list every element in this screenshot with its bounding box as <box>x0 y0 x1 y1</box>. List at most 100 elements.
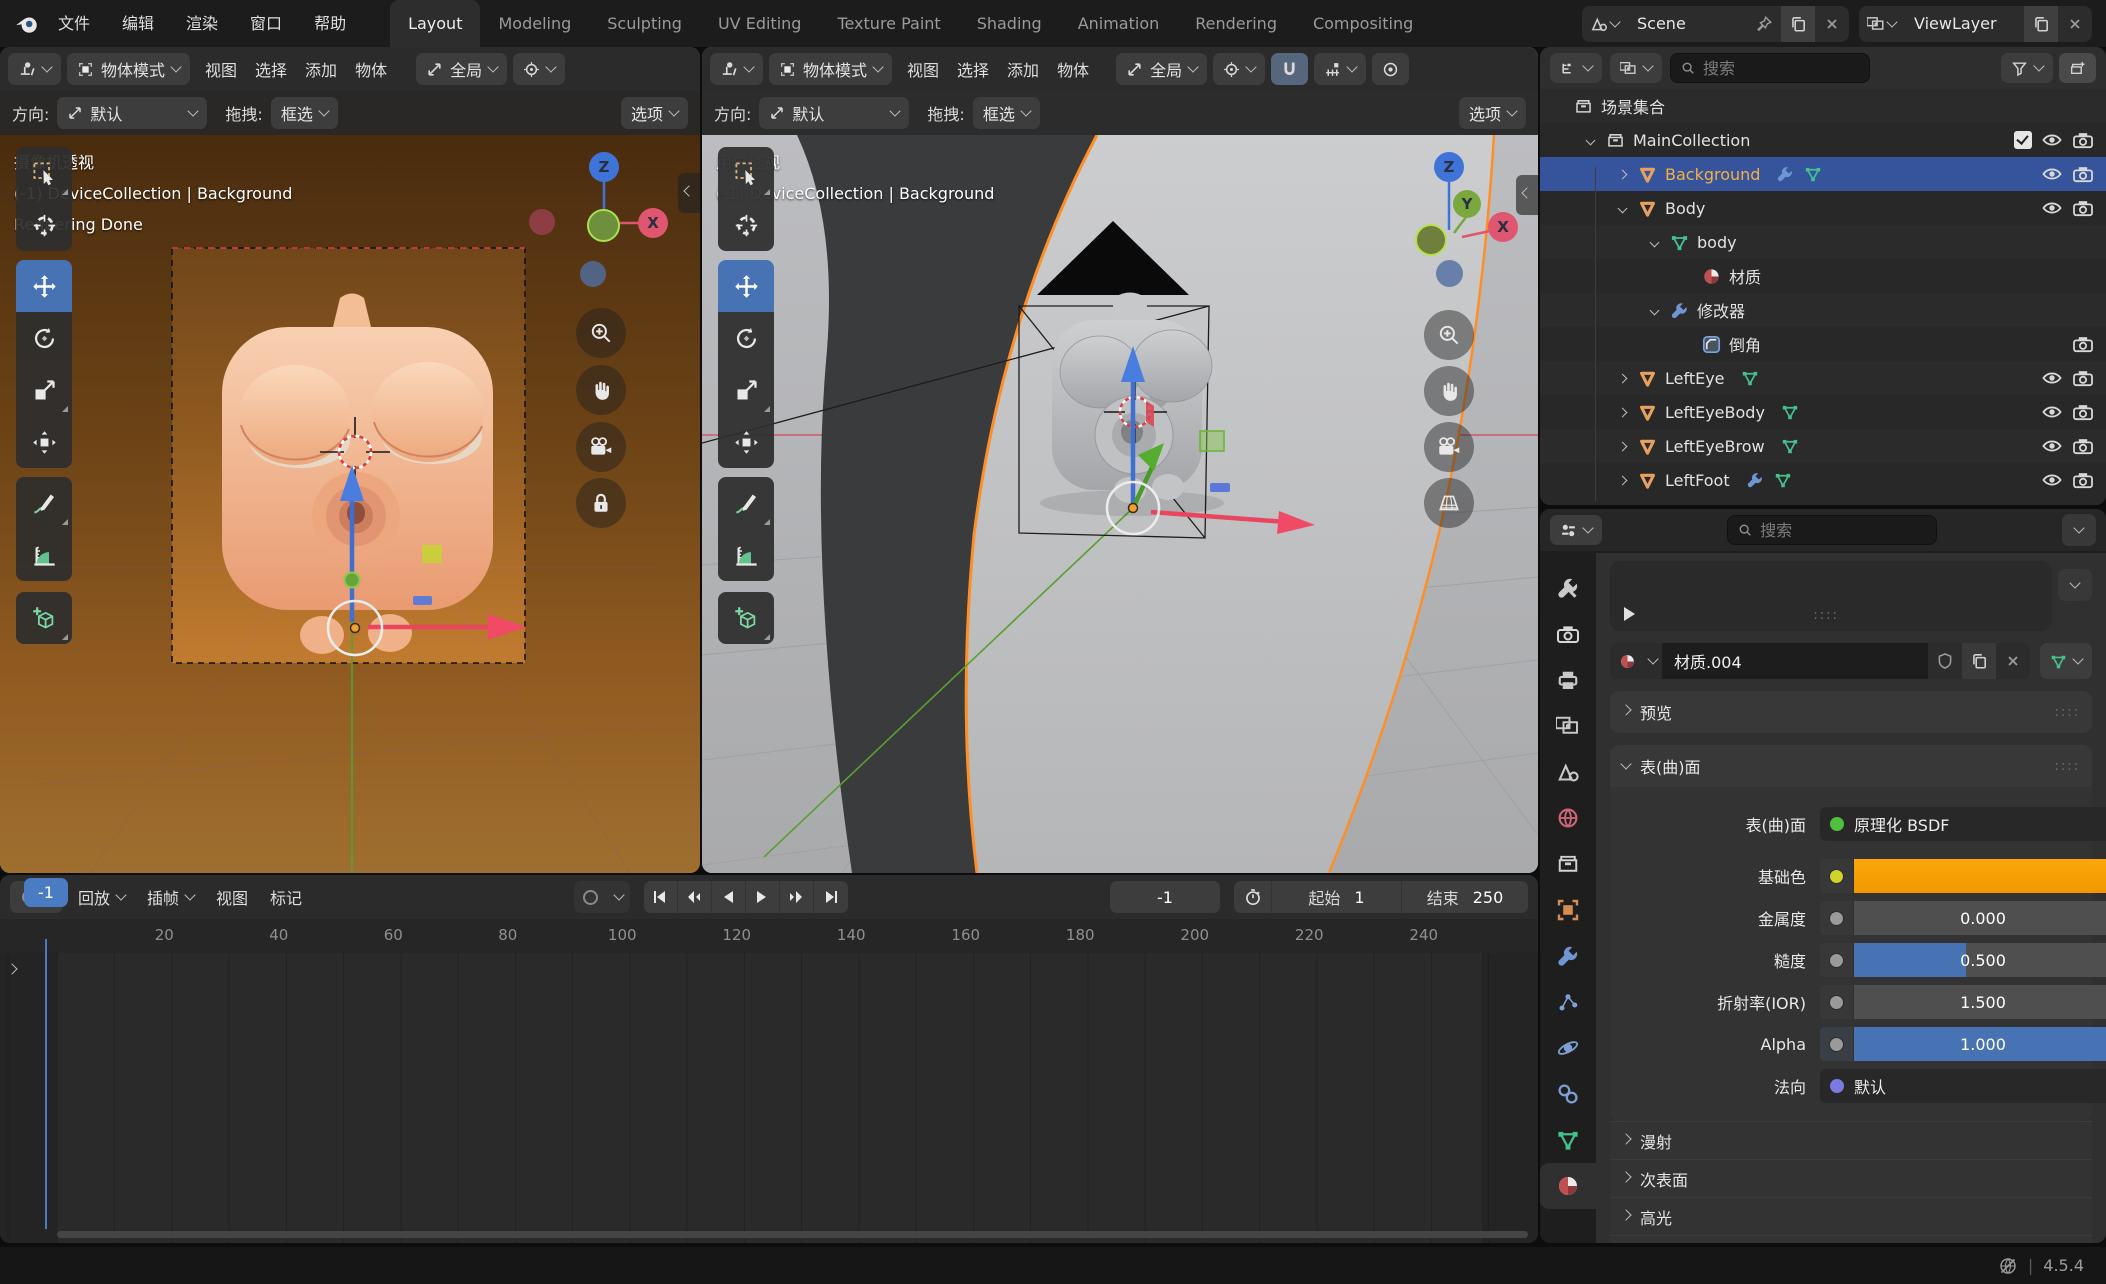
outliner-row[interactable]: LeftEyeBody <box>1540 395 2106 429</box>
pan-button[interactable] <box>1424 366 1474 416</box>
properties-tab[interactable] <box>1540 933 1596 979</box>
eye-icon[interactable] <box>2041 403 2063 421</box>
toolbar-tool-button[interactable] <box>16 477 72 529</box>
expand-chevron[interactable] <box>1612 375 1632 382</box>
app-menu-item[interactable]: 帮助 <box>298 0 362 47</box>
collapsed-panel-header[interactable]: 高光 <box>1610 1197 2092 1235</box>
workspace-tab[interactable]: UV Editing <box>700 0 819 47</box>
eye-icon[interactable] <box>2041 437 2063 455</box>
sidebar-toggle[interactable] <box>678 173 700 213</box>
outliner-row[interactable]: LeftEyeBrow <box>1540 429 2106 463</box>
zoom-button[interactable] <box>576 308 626 358</box>
play-button[interactable] <box>746 881 780 913</box>
timeline-menu-item[interactable]: 标记 <box>261 885 311 909</box>
remove-viewlayer-button[interactable] <box>2058 6 2092 42</box>
expand-chevron[interactable] <box>1580 137 1600 144</box>
orthographic-toggle-button[interactable] <box>1424 478 1474 528</box>
mode-dropdown[interactable]: 物体模式 <box>769 53 892 85</box>
camera-lock-button[interactable] <box>576 478 626 528</box>
expand-arrow-icon[interactable] <box>1624 607 1635 621</box>
outliner-row[interactable]: MainCollection <box>1540 123 2106 157</box>
axis-neg-y-ball[interactable] <box>1415 224 1447 256</box>
material-name-field[interactable]: 材质.004 <box>1662 643 1928 679</box>
outliner-row[interactable]: 场景集合 <box>1540 89 2106 123</box>
camera-visibility-icon[interactable] <box>2072 403 2094 421</box>
toolbar-tool-button[interactable] <box>16 364 72 416</box>
collapsed-panel-header[interactable]: 透射 <box>1610 1235 2092 1243</box>
viewport-3d-area[interactable]: 摄像机透视 (-1) DeviceCollection | Background… <box>0 135 700 873</box>
options-dropdown[interactable]: 选项 <box>621 97 688 129</box>
camera-visibility-icon[interactable] <box>2072 471 2094 489</box>
timeline-menu-item[interactable]: 插帧 <box>138 885 203 909</box>
current-frame-field[interactable]: -1 <box>1110 881 1220 913</box>
alpha-slider[interactable]: 1.000 <box>1820 1027 2106 1061</box>
proportional-edit-button[interactable] <box>1372 53 1409 85</box>
toolbar-tool-button[interactable] <box>16 260 72 312</box>
snap-toggle[interactable] <box>1271 53 1308 85</box>
surface-shader-button[interactable]: 原理化 BSDF <box>1820 807 2106 841</box>
app-menu-item[interactable]: 文件 <box>42 0 106 47</box>
axis-x-ball[interactable]: X <box>1488 212 1518 242</box>
viewport-menu-item[interactable]: 添加 <box>296 57 346 81</box>
drag-dots[interactable]: :::: <box>2054 705 2080 720</box>
viewport-menu-item[interactable]: 选择 <box>246 57 296 81</box>
new-viewlayer-button[interactable] <box>2024 6 2058 42</box>
workspace-tab[interactable]: Sculpting <box>589 0 700 47</box>
viewport-menu-item[interactable]: 视图 <box>898 57 948 81</box>
scene-name[interactable]: Scene <box>1627 14 1747 33</box>
properties-tab[interactable] <box>1540 795 1596 841</box>
sidebar-toggle[interactable] <box>1516 175 1538 215</box>
unlink-scene-button[interactable] <box>1815 6 1849 42</box>
properties-options-button[interactable] <box>2062 514 2096 546</box>
workspace-tab[interactable]: Rendering <box>1177 0 1295 47</box>
unlink-material-button[interactable] <box>1996 643 2030 679</box>
properties-tab[interactable] <box>1540 979 1596 1025</box>
collection-checkbox[interactable] <box>2014 131 2032 149</box>
toolbar-tool-button[interactable] <box>16 147 72 199</box>
mode-dropdown[interactable]: 物体模式 <box>67 53 190 85</box>
copy-material-button[interactable] <box>1962 643 1996 679</box>
next-keyframe-button[interactable] <box>780 881 814 913</box>
viewport-menu-item[interactable]: 视图 <box>196 57 246 81</box>
outliner-row[interactable]: Body <box>1540 191 2106 225</box>
expand-chevron[interactable] <box>1644 239 1664 246</box>
eye-icon[interactable] <box>2041 471 2063 489</box>
direction-dropdown[interactable]: 默认 <box>57 97 207 129</box>
toolbar-tool-button[interactable] <box>16 416 72 468</box>
toolbar-tool-button[interactable] <box>16 199 72 251</box>
properties-tab[interactable] <box>1540 1071 1596 1117</box>
viewlayer-selector[interactable]: ViewLayer <box>1859 6 2092 42</box>
axis-y-ball[interactable]: Y <box>1453 190 1481 218</box>
outliner-row[interactable]: Background <box>1540 157 2106 191</box>
pin-icon[interactable] <box>1747 6 1781 42</box>
properties-tab[interactable] <box>1540 565 1596 611</box>
properties-tab[interactable] <box>1540 887 1596 933</box>
direction-dropdown[interactable]: 默认 <box>759 97 909 129</box>
drag-dots[interactable]: :::: <box>1813 608 1839 623</box>
collapsed-panel-header[interactable]: 漫射 <box>1610 1121 2092 1159</box>
material-slots-dropdown[interactable] <box>2040 643 2092 679</box>
workspace-tab[interactable]: Animation <box>1060 0 1178 47</box>
base-color-swatch[interactable] <box>1820 859 2106 893</box>
outliner-row[interactable]: LeftFoot <box>1540 463 2106 497</box>
workspace-tab[interactable]: Compositing <box>1295 0 1431 47</box>
orientation-dropdown[interactable]: 全局 <box>416 53 507 85</box>
toolbar-tool-button[interactable] <box>718 416 774 468</box>
properties-tab[interactable] <box>1540 1025 1596 1071</box>
toolbar-tool-button[interactable] <box>16 529 72 581</box>
toolbar-tool-button[interactable] <box>16 592 72 644</box>
fake-user-button[interactable] <box>1928 643 1962 679</box>
camera-visibility-icon[interactable] <box>2072 165 2094 183</box>
timeline-menu-item[interactable]: 回放 <box>69 885 134 909</box>
expand-chevron[interactable] <box>1612 205 1632 212</box>
auto-keying-toggle[interactable] <box>574 881 608 913</box>
workspace-tab[interactable]: Texture Paint <box>819 0 958 47</box>
expand-chevron[interactable] <box>1612 409 1632 416</box>
viewport-menu-item[interactable]: 选择 <box>948 57 998 81</box>
outliner-row[interactable]: 倒角 <box>1540 327 2106 361</box>
viewport-menu-item[interactable]: 物体 <box>1048 57 1098 81</box>
camera-visibility-icon[interactable] <box>2072 199 2094 217</box>
search-input[interactable] <box>1703 59 1859 78</box>
outliner-row[interactable]: LeftEye <box>1540 361 2106 395</box>
eye-icon[interactable] <box>2041 199 2063 217</box>
